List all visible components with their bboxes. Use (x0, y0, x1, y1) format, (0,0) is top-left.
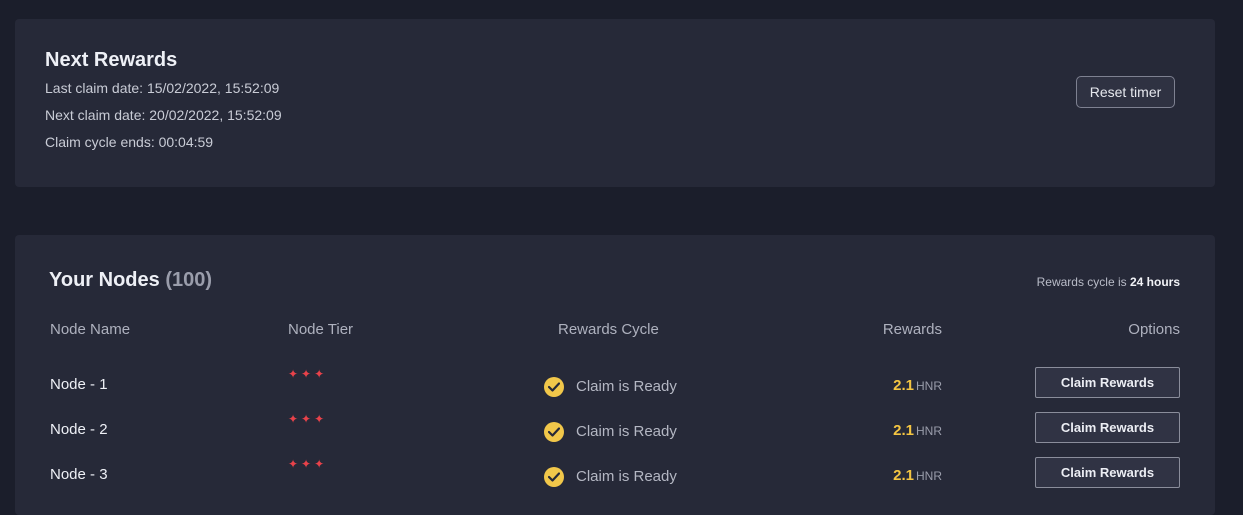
column-header-node-tier: Node Tier (288, 321, 354, 338)
reward-unit: HNR (916, 469, 942, 483)
rewards-cycle-prefix: Rewards cycle is (1036, 275, 1127, 289)
claim-status: Claim is Ready (576, 423, 677, 440)
claim-status: Claim is Ready (576, 468, 677, 485)
star-icon: ✦✦✦ (288, 457, 328, 471)
reward-unit: HNR (916, 424, 942, 438)
reward-value: 2.1 (893, 422, 914, 439)
last-claim-date: Last claim date: 15/02/2022, 15:52:09 (45, 80, 280, 96)
your-nodes-label: Your Nodes (49, 269, 160, 291)
your-nodes-title: Your Nodes (100) (49, 269, 212, 292)
star-icon: ✦✦✦ (288, 412, 328, 426)
node-count: (100) (165, 269, 213, 291)
next-rewards-title: Next Rewards (45, 49, 178, 71)
column-header-node-name: Node Name (50, 321, 131, 338)
reset-timer-button[interactable]: Reset timer (1076, 76, 1175, 108)
check-circle-icon (544, 467, 564, 487)
reward-amount: 2.1 HNR (893, 422, 942, 439)
rewards-cycle-value: 24 hours (1129, 275, 1180, 289)
next-rewards-card: Next Rewards Last claim date: 15/02/2022… (15, 19, 1215, 187)
column-header-rewards-cycle: Rewards Cycle (558, 321, 659, 338)
next-claim-date: Next claim date: 20/02/2022, 15:52:09 (45, 107, 282, 123)
table-row: Node - 3 ✦✦✦ Claim is Ready 2.1 HNR Claim… (15, 457, 1215, 509)
reward-value: 2.1 (893, 467, 914, 484)
your-nodes-card: Your Nodes (100) Rewards cycle is 24 hou… (15, 235, 1215, 515)
node-name: Node - 2 (50, 421, 108, 438)
column-header-rewards: Rewards (882, 321, 942, 338)
node-name: Node - 1 (50, 376, 108, 393)
check-circle-icon (544, 422, 564, 442)
reward-unit: HNR (916, 379, 942, 393)
claim-rewards-button[interactable]: Claim Rewards (1035, 457, 1180, 488)
star-icon: ✦✦✦ (288, 367, 328, 381)
check-circle-icon (544, 377, 564, 397)
claim-status: Claim is Ready (576, 378, 677, 395)
node-name: Node - 3 (50, 466, 108, 483)
claim-rewards-button[interactable]: Claim Rewards (1035, 367, 1180, 398)
claim-cycle-ends: Claim cycle ends: 00:04:59 (45, 134, 214, 150)
reward-amount: 2.1 HNR (893, 467, 942, 484)
rewards-cycle-note: Rewards cycle is 24 hours (1037, 275, 1180, 289)
reward-value: 2.1 (893, 377, 914, 394)
reward-amount: 2.1 HNR (893, 377, 942, 394)
claim-rewards-button[interactable]: Claim Rewards (1035, 412, 1180, 443)
column-header-options: Options (1128, 321, 1180, 338)
